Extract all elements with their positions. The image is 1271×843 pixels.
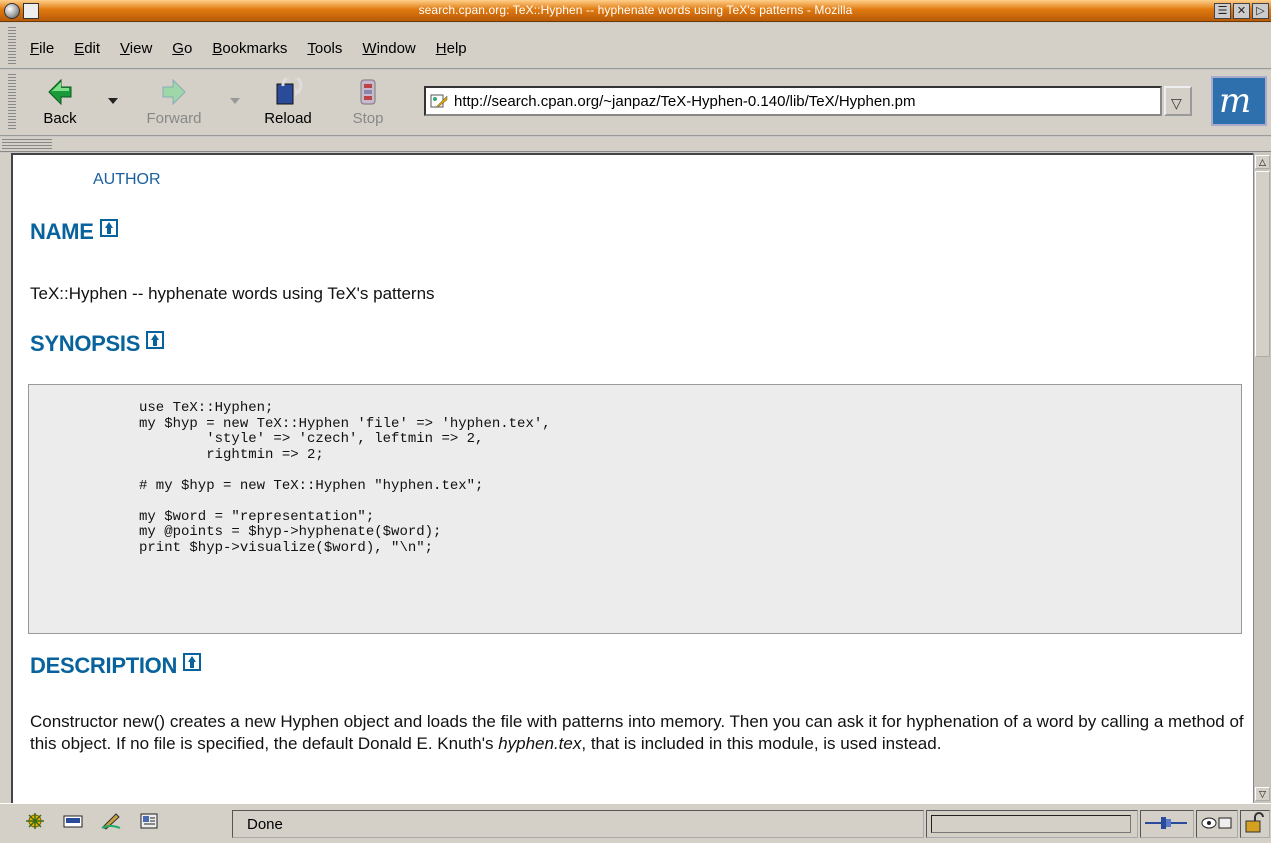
menu-accelerator: B: [212, 40, 223, 57]
toc-link-author[interactable]: AUTHOR: [93, 171, 161, 189]
menu-bar: File Edit View Go Bookmarks Tools Window Help: [0, 23, 1271, 69]
cookie-status[interactable]: [1196, 810, 1238, 838]
menu-accelerator: T: [307, 40, 315, 57]
description-heading-text: DESCRIPTION: [30, 653, 178, 678]
description-heading: DESCRIPTION: [30, 653, 202, 679]
stop-button[interactable]: Stop: [336, 76, 400, 130]
page-proxy-icon[interactable]: [430, 93, 448, 109]
vertical-scrollbar[interactable]: △ ▽: [1253, 153, 1271, 803]
menu-label-rest: elp: [446, 40, 467, 57]
component-bar: [24, 812, 160, 830]
minimize-icon[interactable]: ☰: [1214, 3, 1231, 19]
url-bar[interactable]: [424, 86, 1162, 116]
synopsis-code: use TeX::Hyphen; my $hyp = new TeX::Hyph…: [139, 400, 551, 556]
back-button[interactable]: Back: [28, 76, 92, 130]
name-heading: NAME: [30, 219, 118, 245]
status-bar: Done: [0, 803, 1271, 843]
menu-tools[interactable]: Tools: [307, 40, 342, 57]
scroll-right-icon[interactable]: ▷: [1252, 3, 1269, 19]
menu-accelerator: F: [30, 40, 40, 57]
forward-label: Forward: [146, 110, 202, 127]
menu-label-rest: ile: [39, 40, 55, 57]
back-label: Back: [43, 110, 77, 127]
url-history-dropdown[interactable]: ▽: [1164, 86, 1192, 116]
menu-accelerator: E: [74, 40, 85, 57]
back-dropdown-icon[interactable]: [108, 98, 118, 104]
window-title: search.cpan.org: TeX::Hyphen -- hyphenat…: [418, 3, 853, 17]
menu-label-rest: ools: [314, 40, 343, 57]
menu-window[interactable]: Window: [362, 40, 415, 57]
synopsis-code-block: use TeX::Hyphen; my $hyp = new TeX::Hyph…: [28, 384, 1242, 634]
url-input[interactable]: [454, 91, 1154, 111]
status-text: Done: [232, 810, 924, 838]
back-arrow-icon: [48, 78, 72, 106]
menu-edit[interactable]: Edit: [74, 40, 100, 57]
menu-bookmarks[interactable]: Bookmarks: [212, 40, 287, 57]
menu-file[interactable]: File: [30, 40, 54, 57]
stop-icon: [360, 79, 376, 105]
strip-grip[interactable]: [2, 139, 52, 149]
menubar-grip[interactable]: [8, 27, 16, 65]
mozilla-logo[interactable]: m: [1211, 76, 1267, 126]
online-status[interactable]: [1140, 810, 1194, 838]
security-status[interactable]: [1240, 810, 1270, 838]
forward-button[interactable]: Forward: [136, 76, 212, 130]
addressbook-icon[interactable]: [138, 812, 160, 830]
window-titlebar[interactable]: search.cpan.org: TeX::Hyphen -- hyphenat…: [0, 0, 1271, 22]
progress-meter: [926, 810, 1138, 838]
scroll-down-icon[interactable]: ▽: [1255, 787, 1270, 801]
menu-accelerator: G: [172, 40, 184, 57]
menu-label-rest: ookmarks: [222, 40, 288, 57]
mozilla-logo-letter: m: [1219, 81, 1252, 121]
menu-label-rest: iew: [129, 40, 153, 57]
titlebar-right-controls: ☰ ✕ ▷: [1214, 3, 1269, 19]
navigator-icon[interactable]: [24, 812, 46, 830]
description-filename: hyphen.tex: [498, 734, 582, 753]
menu-label-rest: o: [183, 40, 193, 57]
back-to-top-icon[interactable]: [99, 219, 118, 237]
menu-go[interactable]: Go: [172, 40, 192, 57]
synopsis-heading-text: SYNOPSIS: [30, 331, 141, 356]
lock-icon: [1245, 812, 1264, 833]
stop-label: Stop: [352, 110, 384, 127]
navigation-toolbar: Back Forward Reload Stop ▽: [0, 70, 1271, 136]
description-text-2: , that is included in this module, is us…: [581, 734, 942, 753]
description-paragraph: Constructor new() creates a new Hyphen o…: [30, 711, 1245, 755]
online-plug-icon: [1145, 817, 1187, 829]
eye-icon: [1201, 817, 1232, 829]
menu-items: File Edit View Go Bookmarks Tools Window Help: [30, 40, 467, 57]
sidebar-gutter: [0, 153, 11, 803]
reload-label: Reload: [264, 110, 312, 127]
close-icon[interactable]: ✕: [1233, 3, 1250, 19]
collapsed-toolbar-strip[interactable]: [0, 137, 1271, 152]
menu-label-rest: indow: [376, 40, 416, 57]
menu-view[interactable]: View: [120, 40, 152, 57]
menu-label-rest: dit: [84, 40, 101, 57]
scroll-up-icon[interactable]: △: [1255, 155, 1270, 169]
menu-accelerator: W: [362, 40, 377, 57]
name-text: TeX::Hyphen -- hyphenate words using TeX…: [30, 284, 435, 303]
synopsis-heading: SYNOPSIS: [30, 331, 165, 357]
reload-icon: [276, 78, 303, 105]
back-to-top-icon[interactable]: [183, 653, 202, 671]
mail-icon[interactable]: [62, 812, 84, 830]
name-heading-text: NAME: [30, 219, 94, 244]
menu-accelerator: H: [435, 40, 447, 57]
forward-dropdown-icon[interactable]: [230, 98, 240, 104]
menu-accelerator: V: [120, 40, 130, 57]
scrollbar-thumb[interactable]: [1255, 171, 1270, 357]
progress-bar: [931, 815, 1131, 833]
navbar-grip[interactable]: [8, 74, 16, 130]
page-content: AUTHOR NAME TeX::Hyphen -- hyphenate wor…: [11, 153, 1253, 803]
forward-arrow-icon: [162, 78, 186, 106]
reload-button[interactable]: Reload: [256, 76, 320, 130]
chevron-down-icon: ▽: [1171, 95, 1182, 111]
menu-help[interactable]: Help: [436, 40, 467, 57]
composer-icon[interactable]: [100, 812, 122, 830]
back-to-top-icon[interactable]: [146, 331, 165, 349]
